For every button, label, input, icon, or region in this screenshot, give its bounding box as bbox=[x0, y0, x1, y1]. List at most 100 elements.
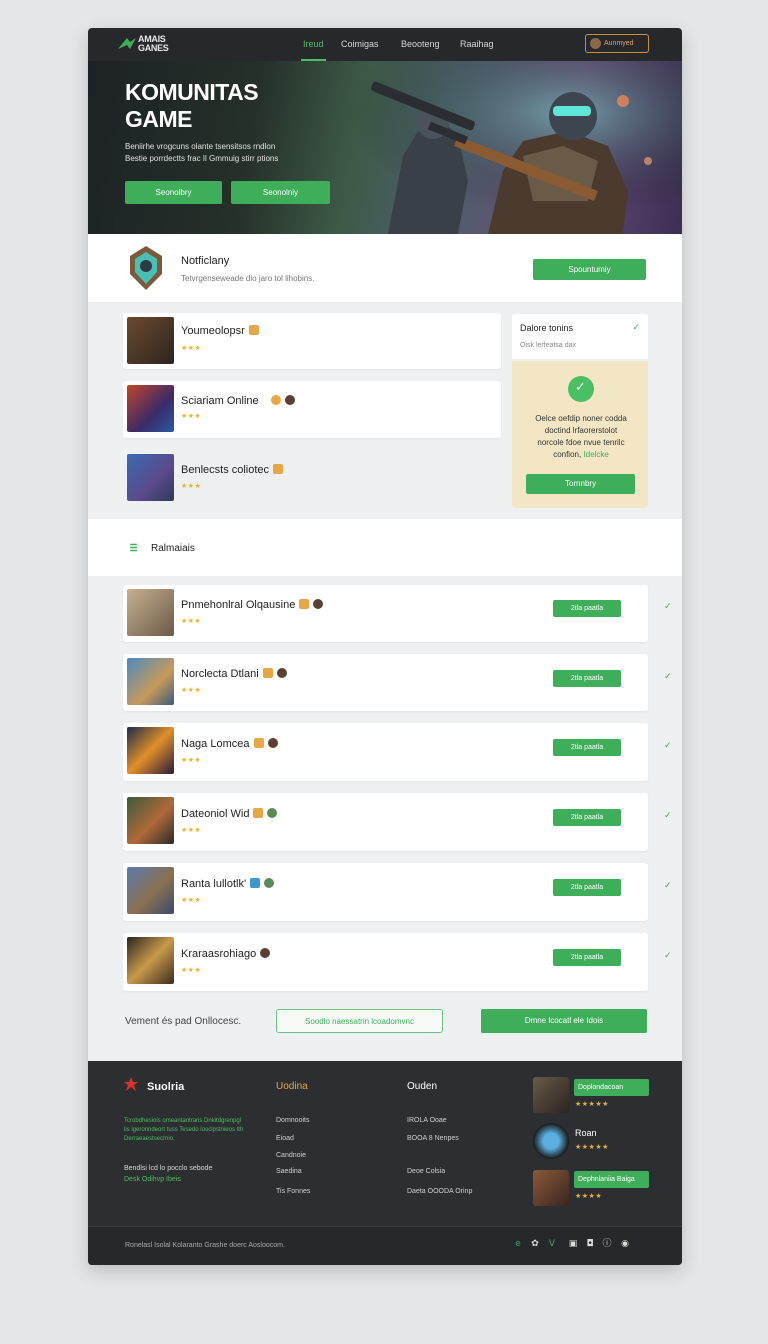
game-name-text: Kraraasrohiago bbox=[181, 948, 257, 960]
game-name: Norclecta Dtlani bbox=[181, 668, 287, 681]
emblem-icon bbox=[130, 246, 162, 290]
footer-link[interactable]: Saedina bbox=[276, 1167, 302, 1176]
hero-secondary-button[interactable]: Seonolniy bbox=[231, 181, 330, 204]
hero-text-line2: Bestie porrdectts frac Il Gmmuig stirr p… bbox=[125, 154, 279, 163]
load-more-label: Vement és pad Onllocesc. bbox=[125, 1016, 242, 1027]
footer-link[interactable]: Deoe Colsia bbox=[407, 1167, 445, 1176]
avatar-badge-icon bbox=[284, 395, 295, 405]
copyright: Ronelasl Isolal Kolaranto Grashe doerc A… bbox=[125, 1242, 285, 1249]
circle-icon[interactable]: ◉ bbox=[619, 1238, 631, 1250]
v-icon[interactable]: V bbox=[546, 1238, 558, 1250]
check-icon: ✓ bbox=[664, 602, 672, 612]
ranking-row[interactable]: Norclecta Dtlani ★★★ 2tla paatla ✓ bbox=[123, 654, 672, 711]
hero-text-line1: Beniirhe vrogcuns olante tsensitsos rndl… bbox=[125, 142, 276, 151]
badge-icon bbox=[299, 599, 310, 609]
row-action-button[interactable]: 2tla paatla bbox=[553, 739, 621, 756]
game-name: Benlecsts coliotec bbox=[181, 464, 284, 477]
footer-desc2-link[interactable]: Odihvp Ibeis bbox=[142, 1176, 181, 1183]
footer-link[interactable]: Eioad bbox=[276, 1134, 294, 1143]
game-name: Youmeolopsr bbox=[181, 325, 259, 338]
row-action-button[interactable]: 2tla paatla bbox=[553, 670, 621, 687]
rating-stars: ★★★ bbox=[181, 966, 202, 974]
info-icon[interactable]: ⓘ bbox=[601, 1238, 613, 1250]
ranking-row[interactable]: Naga Lomcea ★★★ 2tla paatla ✓ bbox=[123, 723, 672, 781]
game-name-text: Youmeolopsr bbox=[181, 325, 245, 337]
rating-stars: ★★★ bbox=[181, 756, 202, 764]
rating-stars: ★★★ bbox=[181, 896, 202, 904]
game-thumbnail bbox=[127, 727, 174, 774]
row-action-button[interactable]: 2tla paatla bbox=[553, 879, 621, 896]
game-name-text: Naga Lomcea bbox=[181, 738, 250, 750]
nav-link-2[interactable]: Coimigas bbox=[341, 39, 379, 50]
game-name: Naga Lomcea bbox=[181, 738, 278, 751]
game-thumbnail bbox=[127, 317, 174, 364]
leaf-badge-icon bbox=[267, 808, 278, 818]
load-more-button[interactable]: Dmne lcocatl ele Idois bbox=[481, 1009, 647, 1033]
outline-button[interactable]: Soodlo naessatrin lcoadomvnc bbox=[276, 1009, 443, 1033]
avatar[interactable] bbox=[533, 1170, 569, 1206]
nav-link-4[interactable]: Raaihag bbox=[460, 39, 494, 50]
leaf-badge-icon bbox=[264, 878, 275, 888]
row-action-button[interactable]: 2tla paatla bbox=[553, 809, 621, 826]
news-header: Notficlany Tetvrgenseweade dio jaro tol … bbox=[88, 234, 682, 302]
ranking-row[interactable]: Ranta lullotlk' ★★★ 2tla paatla ✓ bbox=[123, 863, 672, 921]
check-icon: ✓ bbox=[664, 811, 672, 821]
ranking-row[interactable]: Kraraasrohiago ★★★ 2tla paatla ✓ bbox=[123, 933, 672, 991]
news-action-button[interactable]: Spountumiy bbox=[533, 259, 646, 280]
footer-desc2-line1: Bendlsi lcd lo pocclo sebode bbox=[124, 1165, 213, 1172]
camera-icon[interactable]: ◘ bbox=[584, 1238, 596, 1250]
game-name-text: Benlecsts coliotec bbox=[181, 464, 270, 476]
hero-primary-button[interactable]: Seonolbry bbox=[125, 181, 222, 204]
ranking-row[interactable]: Pnmehonlral Olqausine ★★★ 2tla paatla ✓ bbox=[123, 585, 672, 642]
row-action-button[interactable]: 2tla paatla bbox=[553, 949, 621, 966]
news-card[interactable]: Youmeolopsr ★★★ bbox=[123, 313, 501, 369]
footer-link[interactable]: IROLA Ooae bbox=[407, 1116, 447, 1125]
ranking-row[interactable]: Dateoniol Wid ★★★ 2tla paatla ✓ bbox=[123, 793, 672, 851]
avatar[interactable] bbox=[533, 1077, 569, 1113]
hero-artwork bbox=[308, 61, 682, 234]
square-icon[interactable]: ▣ bbox=[567, 1238, 579, 1250]
side-panel-text-line2: doctind lrfaorerstolot bbox=[544, 426, 618, 435]
e-icon[interactable]: e bbox=[512, 1238, 524, 1250]
rating-stars: ★★★ bbox=[181, 344, 202, 352]
side-panel-text-line3: norcole fdoe nvue tenrilc bbox=[537, 438, 625, 447]
hero-title: KOMUNITAS GAME bbox=[125, 79, 315, 133]
footer-description: Tcrobdhesiois omeantantraris Dnkitdgrenp… bbox=[124, 1118, 244, 1142]
game-name: Sciariam Online bbox=[181, 395, 295, 408]
avatar bbox=[590, 38, 601, 49]
avatar[interactable] bbox=[533, 1123, 569, 1159]
user-menu-button[interactable]: Aunmyed bbox=[585, 34, 649, 53]
game-name: Kraraasrohiago bbox=[181, 948, 271, 961]
page-frame: AMAIS GANES Ireud Coimigas Beooteng Raai… bbox=[88, 28, 682, 1265]
flower-icon[interactable]: ✿ bbox=[529, 1238, 541, 1250]
footer-link[interactable]: Candnoie bbox=[276, 1151, 306, 1160]
footer-link[interactable]: Daeta OOODA Orinp bbox=[407, 1187, 472, 1196]
nav-link-3[interactable]: Beooteng bbox=[401, 39, 440, 50]
check-icon: ✓ bbox=[664, 672, 672, 682]
side-panel-text: Oelce oefdip noner codda doctind lrfaore… bbox=[522, 413, 640, 461]
brand-logo[interactable]: AMAIS GANES bbox=[118, 34, 188, 54]
hero-banner: KOMUNITAS GAME Beniirhe vrogcuns olante … bbox=[88, 61, 682, 234]
game-name-text: Ranta lullotlk' bbox=[181, 878, 247, 890]
game-name-text: Dateoniol Wid bbox=[181, 808, 250, 820]
footer: Suolria Tcrobdhesiois omeantantraris Dnk… bbox=[88, 1061, 682, 1265]
user-name: Roan bbox=[575, 1128, 597, 1138]
row-action-button[interactable]: 2tla paatla bbox=[553, 600, 621, 617]
footer-link[interactable]: Domnooits bbox=[276, 1116, 309, 1125]
footer-link[interactable]: Tis Fonnes bbox=[276, 1187, 310, 1196]
badge-icon bbox=[248, 325, 259, 335]
rating-stars: ★★★★★ bbox=[575, 1100, 609, 1108]
side-panel-highlight[interactable]: Idelcke bbox=[583, 450, 608, 459]
side-panel-button[interactable]: Tornnbry bbox=[526, 474, 635, 494]
news-card[interactable]: Benlecsts coliotec ★★★ bbox=[123, 450, 501, 506]
news-card[interactable]: Sciariam Online ★★★ bbox=[123, 381, 501, 438]
news-title: Notficlany bbox=[181, 255, 230, 267]
game-thumbnail bbox=[127, 589, 174, 636]
nav-link-1[interactable]: Ireud bbox=[301, 39, 325, 61]
side-panel-text-line1: Oelce oefdip noner codda bbox=[535, 414, 627, 423]
user-label: Aunmyed bbox=[604, 40, 634, 47]
footer-link[interactable]: BOOA 8 Nenpes bbox=[407, 1134, 459, 1143]
leaf-icon: ⲷ bbox=[130, 540, 138, 555]
avatar-badge-icon bbox=[276, 668, 287, 678]
game-name-text: Norclecta Dtlani bbox=[181, 668, 259, 680]
